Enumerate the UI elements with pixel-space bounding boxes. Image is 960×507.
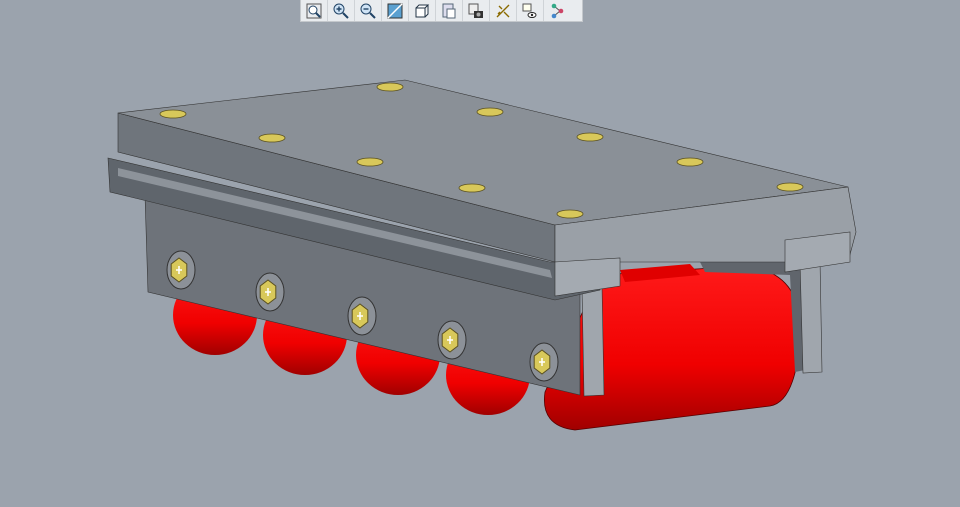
zoom-out-icon [360, 3, 376, 19]
3d-model-viewport[interactable] [0, 0, 960, 507]
bracket-rear [799, 259, 823, 374]
zoom-in-icon [333, 3, 349, 19]
screw-icon [159, 109, 187, 119]
zoom-out-button[interactable] [355, 0, 382, 21]
hide-show-icon [522, 3, 537, 18]
hex-bolt-icon [437, 320, 467, 360]
hex-bolt-icon [347, 296, 377, 336]
view-manager-button[interactable] [436, 0, 463, 21]
model-tree-icon [551, 3, 563, 18]
screw-icon [258, 133, 286, 143]
model-tree-button[interactable] [544, 0, 571, 21]
repaint-button[interactable] [382, 0, 409, 21]
datum-display-icon [496, 4, 510, 17]
hex-bolt-icon [166, 250, 196, 290]
screw-icon [576, 132, 604, 142]
view-toolbar [300, 0, 583, 22]
bracket-front [581, 285, 605, 397]
hide-show-button[interactable] [517, 0, 544, 21]
hex-bolt-icon [255, 272, 285, 312]
screw-icon [556, 209, 584, 219]
zoom-in-button[interactable] [328, 0, 355, 21]
saved-orientations-button[interactable] [409, 0, 436, 21]
screw-icon [676, 157, 704, 167]
hex-bolt-icon [529, 342, 559, 382]
screenshot-camera-icon [468, 3, 483, 18]
screw-icon [776, 182, 804, 192]
screw-icon [356, 157, 384, 167]
refit-button[interactable] [301, 0, 328, 21]
datum-display-button[interactable] [490, 0, 517, 21]
saved-orientations-icon [415, 4, 430, 17]
screw-icon [458, 183, 486, 193]
refit-zoom-icon [306, 3, 322, 18]
repaint-icon [387, 2, 403, 19]
screw-icon [476, 107, 504, 117]
screw-icon [376, 82, 404, 92]
screenshot-button[interactable] [463, 0, 490, 21]
view-manager-icon [442, 3, 456, 18]
